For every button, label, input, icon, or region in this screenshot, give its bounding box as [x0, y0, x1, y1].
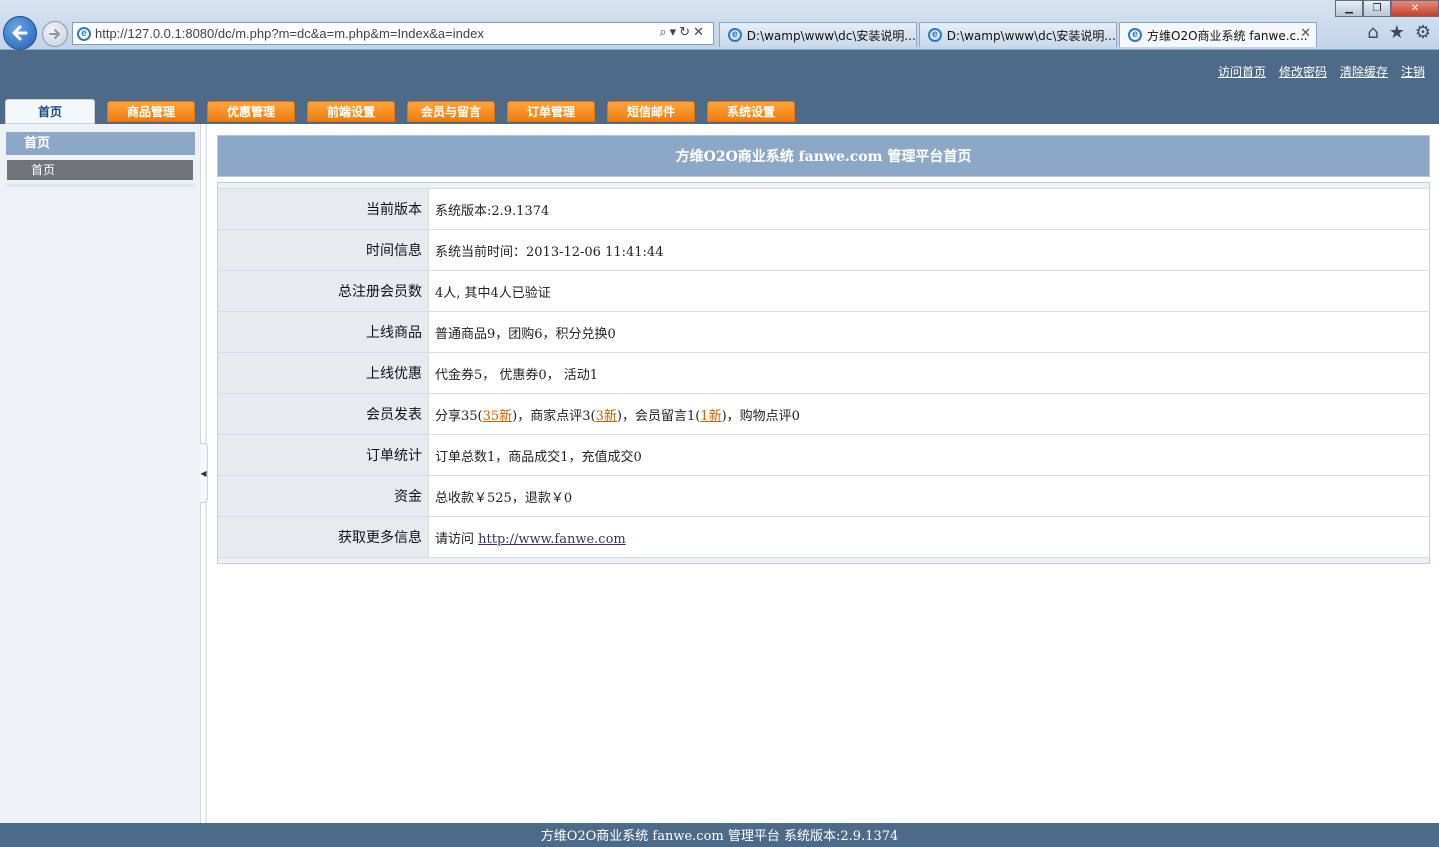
- table-row: 订单统计 订单总数1，商品成交1，充值成交0: [217, 434, 1430, 476]
- row-value: 4人, 其中4人已验证: [428, 270, 1430, 312]
- new-messages-link[interactable]: 1新: [700, 409, 721, 424]
- table-row: 资金 总收款￥525，退款￥0: [217, 475, 1430, 517]
- table-row: 上线商品 普通商品9，团购6，积分兑换0: [217, 311, 1430, 353]
- close-window-button[interactable]: ✕: [1391, 0, 1439, 17]
- row-label: 资金: [217, 475, 429, 517]
- dropdown-icon[interactable]: ▾: [670, 25, 680, 40]
- table-row: 会员发表 分享35(35新)，商家点评3(3新)，会员留言1(1新)，购物点评0: [217, 393, 1430, 435]
- row-value: 代金券5， 优惠券0， 活动1: [428, 352, 1430, 394]
- table-row: 当前版本 系统版本:2.9.1374: [217, 188, 1430, 230]
- footer: 方维O2O商业系统 fanwe.com 管理平台 系统版本:2.9.1374: [0, 823, 1439, 847]
- tab-sms-email[interactable]: 短信邮件: [607, 101, 695, 122]
- main-nav: 首页 商品管理 优惠管理 前端设置 会员与留言 订单管理 短信邮件 系统设置: [5, 99, 807, 124]
- stop-icon[interactable]: ✕: [693, 25, 707, 40]
- table-row: 上线优惠 代金券5， 优惠券0， 活动1: [217, 352, 1430, 394]
- visit-home-link[interactable]: 访问首页: [1218, 63, 1266, 80]
- row-label: 获取更多信息: [217, 516, 429, 558]
- browser-tab-label: 方维O2O商业系统 fanwe.c...: [1147, 28, 1308, 43]
- browser-tab-1[interactable]: e D:\wamp\www\dc\安装说明....: [719, 22, 917, 47]
- new-reviews-link[interactable]: 3新: [596, 409, 617, 424]
- row-label: 会员发表: [217, 393, 429, 435]
- tab-members-messages[interactable]: 会员与留言: [407, 101, 495, 122]
- row-value: 系统当前时间：2013-12-06 11:41:44: [428, 229, 1430, 271]
- forward-icon: [49, 29, 61, 39]
- favorites-star-icon[interactable]: ★: [1389, 22, 1405, 43]
- row-label: 上线优惠: [217, 352, 429, 394]
- info-table: 当前版本 系统版本:2.9.1374 时间信息 系统当前时间：2013-12-0…: [217, 182, 1430, 564]
- back-button[interactable]: [3, 16, 37, 50]
- collapse-arrow-icon: ◀: [200, 469, 207, 478]
- table-row: 获取更多信息 请访问 http://www.fanwe.com: [217, 516, 1430, 558]
- browser-toolbar: e http://127.0.0.1:8080/dc/m.php?m=dc&a=…: [0, 0, 1439, 50]
- app-header: 访问首页 修改密码 清除缓存 注销 首页 商品管理 优惠管理 前端设置 会员与留…: [0, 50, 1439, 124]
- sidebar-divider: [6, 184, 195, 187]
- browser-tab-label: D:\wamp\www\dc\安装说明....: [746, 28, 916, 43]
- row-value: 请访问 http://www.fanwe.com: [428, 516, 1430, 558]
- refresh-icon[interactable]: ↻: [679, 25, 693, 40]
- row-label: 时间信息: [217, 229, 429, 271]
- row-label: 总注册会员数: [217, 270, 429, 312]
- new-shares-link[interactable]: 35新: [483, 409, 513, 424]
- browser-tab-label: D:\wamp\www\dc\安装说明....: [946, 28, 1116, 43]
- sidebar-title: 首页: [6, 132, 195, 155]
- tab-frontend-settings[interactable]: 前端设置: [307, 101, 395, 122]
- window-controls: ▁ ❐ ✕: [1335, 0, 1439, 17]
- row-label: 订单统计: [217, 434, 429, 476]
- review-count-text: )，商家点评3(: [512, 408, 596, 424]
- ie-tab-icon: e: [728, 28, 742, 42]
- home-icon[interactable]: ⌂: [1367, 22, 1378, 43]
- page-title: 方维O2O商业系统 fanwe.com 管理平台首页: [217, 135, 1430, 177]
- tab-promo-management[interactable]: 优惠管理: [207, 101, 295, 122]
- visit-prefix-text: 请访问: [435, 531, 479, 547]
- tools-gear-icon[interactable]: ⚙: [1415, 22, 1431, 43]
- table-row: 总注册会员数 4人, 其中4人已验证: [217, 270, 1430, 312]
- browser-tab-3-active[interactable]: e 方维O2O商业系统 fanwe.c... ✕: [1119, 22, 1317, 47]
- maximize-button[interactable]: ❐: [1363, 0, 1391, 17]
- back-icon: [12, 25, 28, 41]
- row-value: 普通商品9，团购6，积分兑换0: [428, 311, 1430, 353]
- share-count-text: 分享35(: [435, 408, 483, 424]
- message-count-text: )，会员留言1(: [616, 408, 701, 424]
- address-url: http://127.0.0.1:8080/dc/m.php?m=dc&a=m.…: [95, 26, 484, 41]
- row-label: 上线商品: [217, 311, 429, 353]
- table-row: 时间信息 系统当前时间：2013-12-06 11:41:44: [217, 229, 1430, 271]
- row-value: 分享35(35新)，商家点评3(3新)，会员留言1(1新)，购物点评0: [428, 393, 1430, 435]
- sidebar: 首页 首页: [0, 124, 201, 823]
- browser-right-icons: ⌂ ★ ⚙: [1367, 22, 1431, 43]
- ie-tab-icon: e: [1128, 28, 1142, 42]
- ie-page-icon: e: [77, 26, 91, 41]
- row-value: 系统版本:2.9.1374: [428, 188, 1430, 230]
- row-value: 订单总数1，商品成交1，充值成交0: [428, 434, 1430, 476]
- search-icon[interactable]: ⌕: [659, 25, 669, 40]
- sidebar-collapse-handle[interactable]: ◀: [200, 443, 208, 503]
- header-links: 访问首页 修改密码 清除缓存 注销: [1218, 63, 1425, 80]
- address-bar[interactable]: e http://127.0.0.1:8080/dc/m.php?m=dc&a=…: [72, 22, 714, 45]
- clear-cache-link[interactable]: 清除缓存: [1340, 63, 1388, 80]
- browser-tab-2[interactable]: e D:\wamp\www\dc\安装说明....: [919, 22, 1117, 47]
- tab-system-settings[interactable]: 系统设置: [707, 101, 795, 122]
- logout-link[interactable]: 注销: [1401, 63, 1425, 80]
- tab-order-management[interactable]: 订单管理: [507, 101, 595, 122]
- address-actions[interactable]: ⌕▾↻✕: [659, 25, 707, 40]
- sidebar-item-home[interactable]: 首页: [7, 160, 193, 180]
- tab-goods-management[interactable]: 商品管理: [107, 101, 195, 122]
- fanwe-website-link[interactable]: http://www.fanwe.com: [478, 532, 626, 547]
- close-tab-icon[interactable]: ✕: [1300, 26, 1311, 41]
- row-value: 总收款￥525，退款￥0: [428, 475, 1430, 517]
- tab-home[interactable]: 首页: [5, 99, 95, 124]
- row-label: 当前版本: [217, 188, 429, 230]
- change-password-link[interactable]: 修改密码: [1279, 63, 1327, 80]
- ie-tab-icon: e: [928, 28, 942, 42]
- table-spacer: [217, 557, 1430, 564]
- shop-review-count-text: )，购物点评0: [721, 408, 800, 424]
- minimize-button[interactable]: ▁: [1335, 0, 1363, 17]
- forward-button[interactable]: [42, 21, 68, 47]
